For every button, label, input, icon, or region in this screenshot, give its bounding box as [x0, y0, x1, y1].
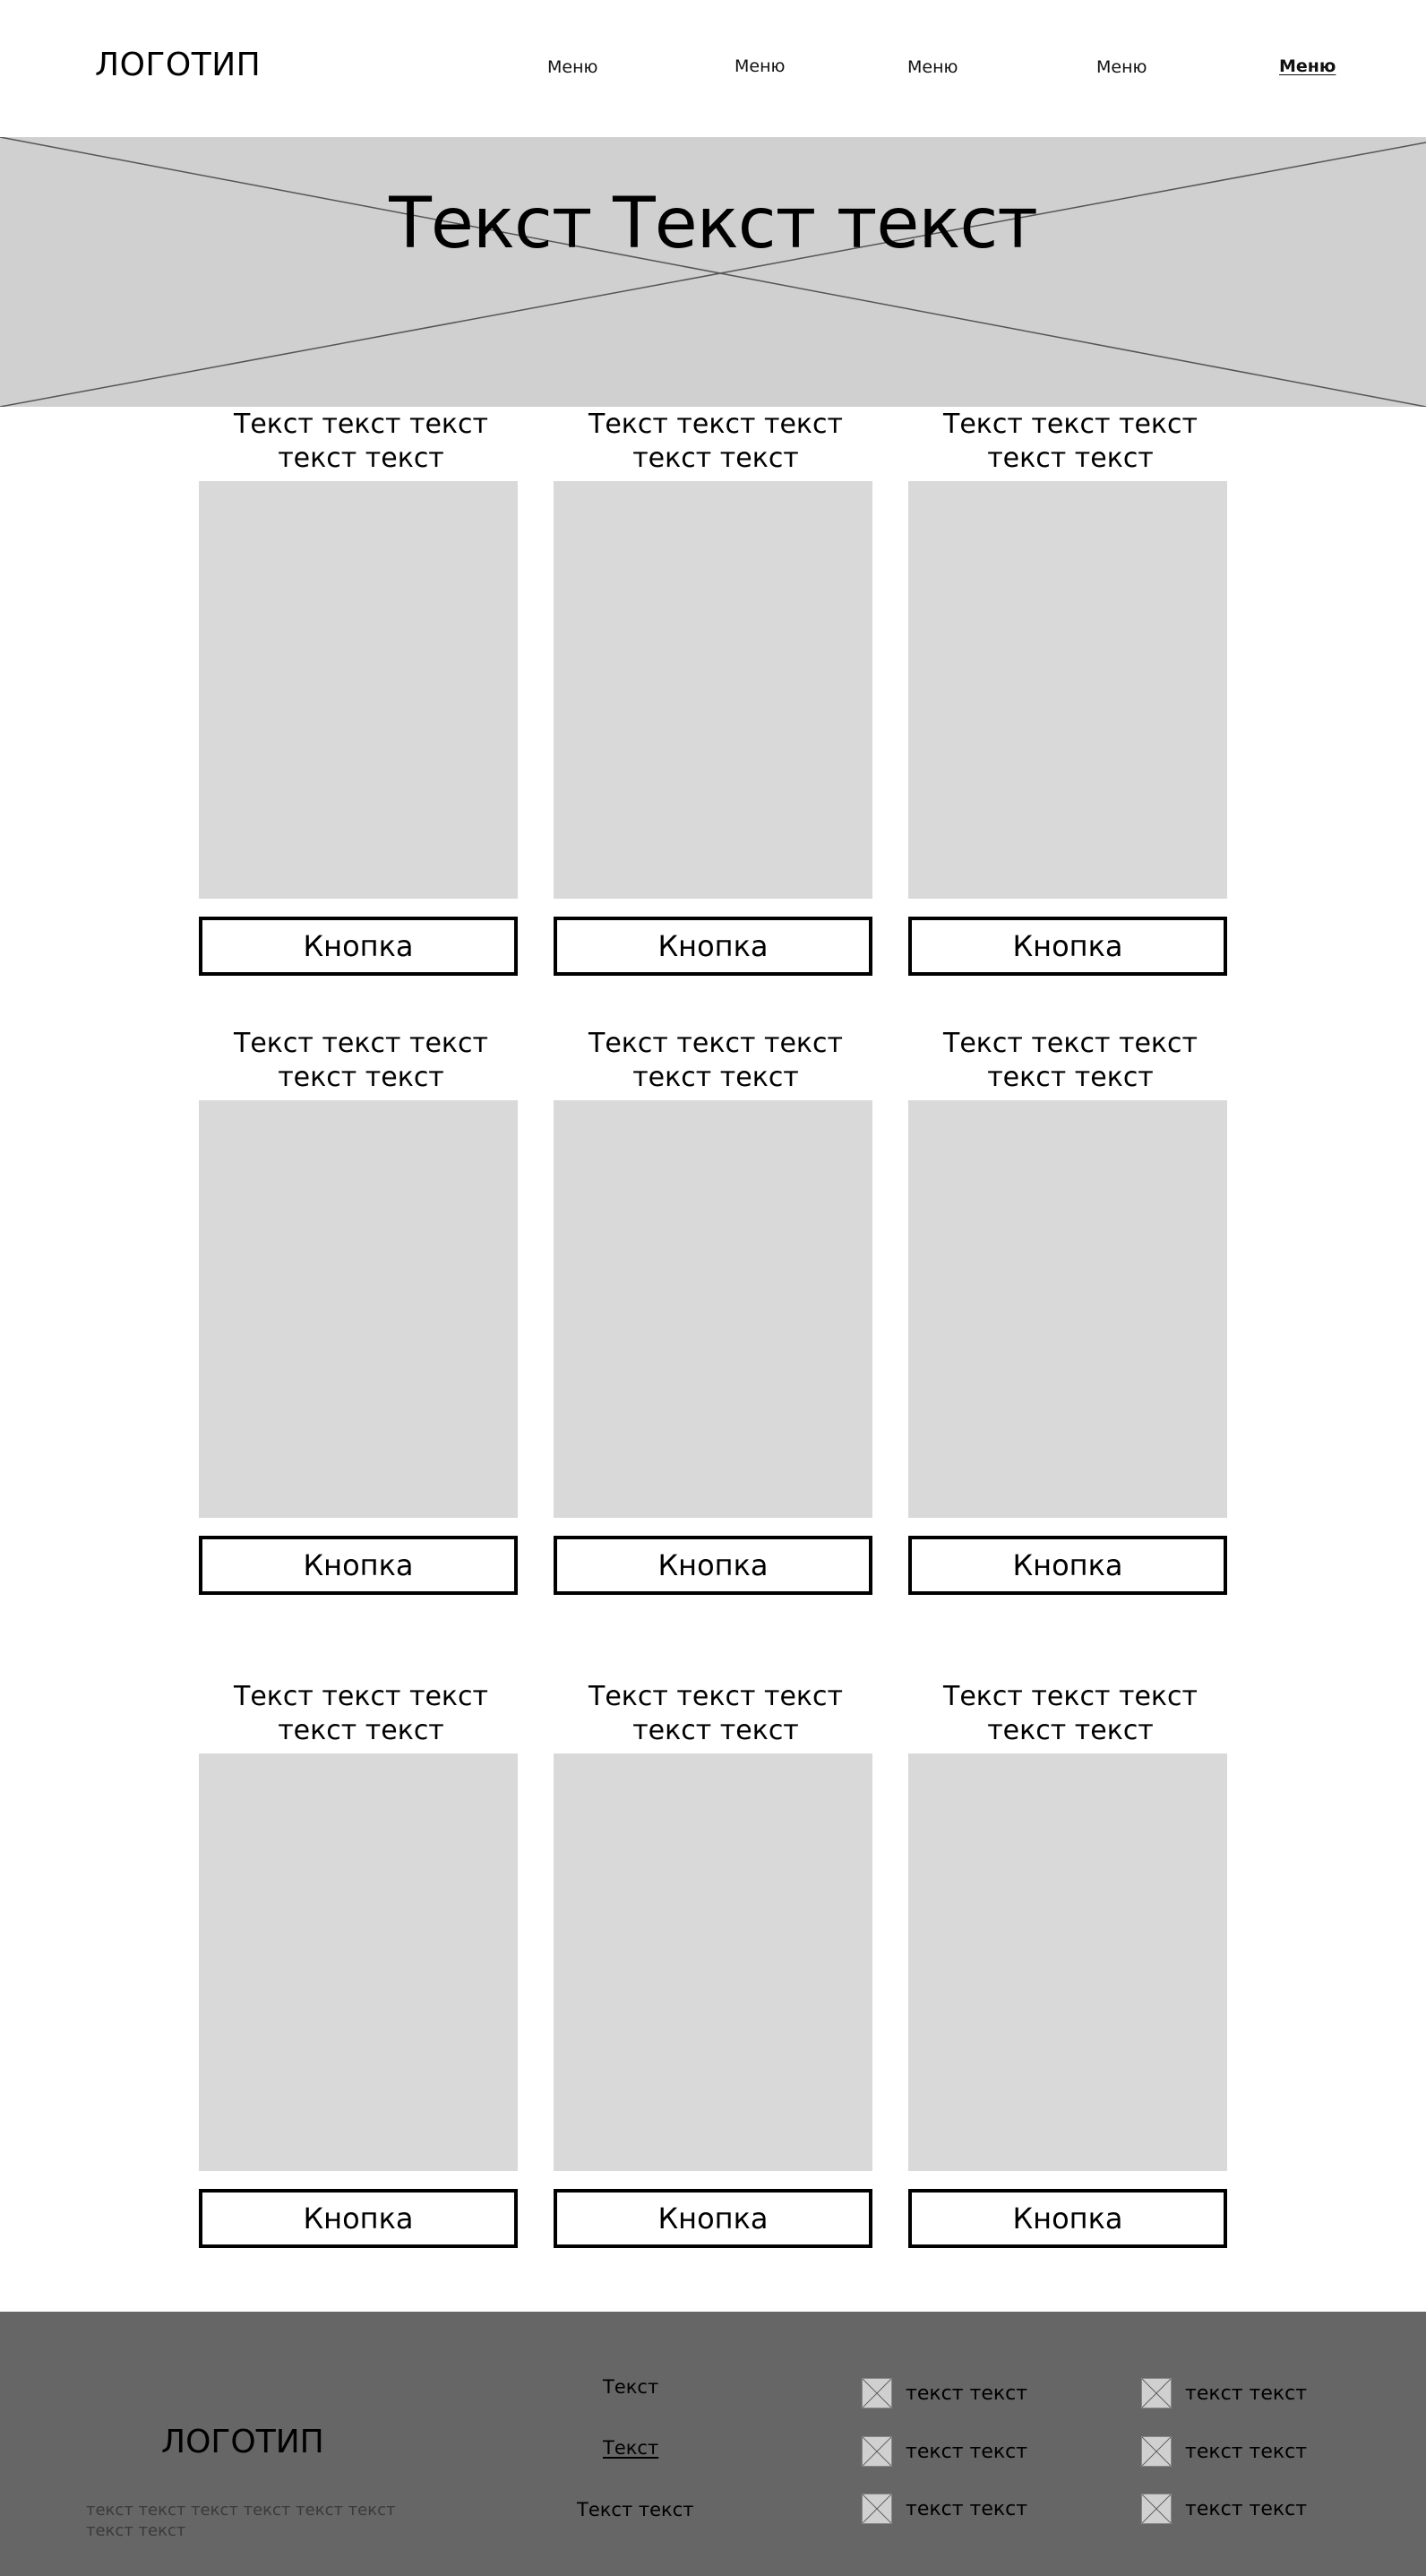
card-title-line: текст текст [632, 1715, 799, 1746]
card-button[interactable]: Кнопка [908, 917, 1227, 976]
image-placeholder-icon [862, 2436, 892, 2467]
card-image-placeholder [554, 1100, 872, 1518]
card-title-line: текст текст [278, 1062, 444, 1093]
footer-item-label: текст текст [906, 2382, 1028, 2405]
card-button[interactable]: Кнопка [554, 1536, 872, 1595]
image-placeholder-icon [862, 2494, 892, 2524]
nav-menu-item-3[interactable]: Меню [907, 57, 958, 77]
image-placeholder-icon [1141, 2494, 1172, 2524]
card-title-line: Текст текст текст [234, 1028, 488, 1059]
card-title-line: Текст текст текст [234, 409, 488, 440]
hero-title: Текст Текст текст [389, 184, 1038, 264]
site-footer: ЛОГОТИП текст текст текст текст текст те… [0, 2312, 1426, 2576]
card-image-placeholder [199, 481, 518, 899]
card-button[interactable]: Кнопка [199, 917, 518, 976]
site-header: ЛОГОТИП Меню Меню Меню Меню Меню [0, 0, 1426, 137]
card-title-line: Текст текст текст [588, 1028, 843, 1059]
card-title: Текст текст текст текст текст [911, 1027, 1230, 1095]
footer-description: текст текст текст текст текст текст текс… [86, 2501, 396, 2540]
card-title-line: Текст текст текст [588, 1681, 843, 1712]
card-button[interactable]: Кнопка [554, 917, 872, 976]
footer-item-label: текст текст [1185, 2497, 1308, 2520]
footer-item[interactable]: текст текст [862, 2378, 1027, 2408]
card-button[interactable]: Кнопка [908, 1536, 1227, 1595]
card-title: Текст текст текст текст текст [202, 408, 520, 476]
card-image-placeholder [554, 481, 872, 899]
image-placeholder-icon [862, 2378, 892, 2408]
card-image-placeholder [908, 1100, 1227, 1518]
footer-item-label: текст текст [906, 2440, 1028, 2463]
card-title: Текст текст текст текст текст [911, 408, 1230, 476]
card-image-placeholder [554, 1753, 872, 2171]
nav-menu-item-5-active[interactable]: Меню [1279, 56, 1336, 76]
footer-item-label: текст текст [1185, 2382, 1308, 2405]
card-image-placeholder [908, 481, 1227, 899]
card-title-line: текст текст [987, 1062, 1154, 1093]
footer-item[interactable]: текст текст [862, 2494, 1027, 2524]
footer-logo[interactable]: ЛОГОТИП [161, 2424, 324, 2460]
card-image-placeholder [199, 1100, 518, 1518]
nav-menu-item-4[interactable]: Меню [1096, 57, 1147, 77]
card-title-line: текст текст [632, 443, 799, 474]
header-logo[interactable]: ЛОГОТИП [95, 47, 261, 83]
card-title-line: текст текст [987, 1715, 1154, 1746]
card-title: Текст текст текст текст текст [202, 1680, 520, 1748]
card-title: Текст текст текст текст текст [556, 1680, 875, 1748]
image-placeholder-icon [1141, 2378, 1172, 2408]
card-title-line: Текст текст текст [234, 1681, 488, 1712]
card-image-placeholder [908, 1753, 1227, 2171]
card-title: Текст текст текст текст текст [556, 408, 875, 476]
hero-image-placeholder [0, 137, 1426, 407]
footer-item[interactable]: текст текст [862, 2436, 1027, 2467]
footer-item[interactable]: текст текст [1141, 2378, 1307, 2408]
card-title-line: текст текст [278, 443, 444, 474]
card-title-line: текст текст [632, 1062, 799, 1093]
card-button[interactable]: Кнопка [908, 2189, 1227, 2248]
hero-banner: Текст Текст текст [0, 137, 1426, 407]
footer-link-1[interactable]: Текст [603, 2376, 658, 2398]
card-title-line: текст текст [278, 1715, 444, 1746]
card-button[interactable]: Кнопка [199, 1536, 518, 1595]
card-title: Текст текст текст текст текст [202, 1027, 520, 1095]
card-title-line: Текст текст текст [943, 409, 1198, 440]
placeholder-cross-line [0, 142, 1426, 407]
card-title-line: Текст текст текст [943, 1681, 1198, 1712]
card-image-placeholder [199, 1753, 518, 2171]
nav-menu-item-1[interactable]: Меню [547, 57, 598, 77]
footer-link-2[interactable]: Текст [603, 2437, 658, 2459]
footer-item[interactable]: текст текст [1141, 2436, 1307, 2467]
footer-item[interactable]: текст текст [1141, 2494, 1307, 2524]
footer-item-label: текст текст [1185, 2440, 1308, 2463]
card-button[interactable]: Кнопка [199, 2189, 518, 2248]
nav-menu-item-2[interactable]: Меню [734, 56, 786, 76]
image-placeholder-icon [1141, 2436, 1172, 2467]
card-title: Текст текст текст текст текст [556, 1027, 875, 1095]
footer-link-3[interactable]: Текст текст [577, 2499, 694, 2520]
card-button[interactable]: Кнопка [554, 2189, 872, 2248]
card-title: Текст текст текст текст текст [911, 1680, 1230, 1748]
placeholder-cross-line [0, 137, 1426, 407]
footer-item-label: текст текст [906, 2497, 1028, 2520]
card-title-line: текст текст [987, 443, 1154, 474]
card-title-line: Текст текст текст [943, 1028, 1198, 1059]
card-title-line: Текст текст текст [588, 409, 843, 440]
